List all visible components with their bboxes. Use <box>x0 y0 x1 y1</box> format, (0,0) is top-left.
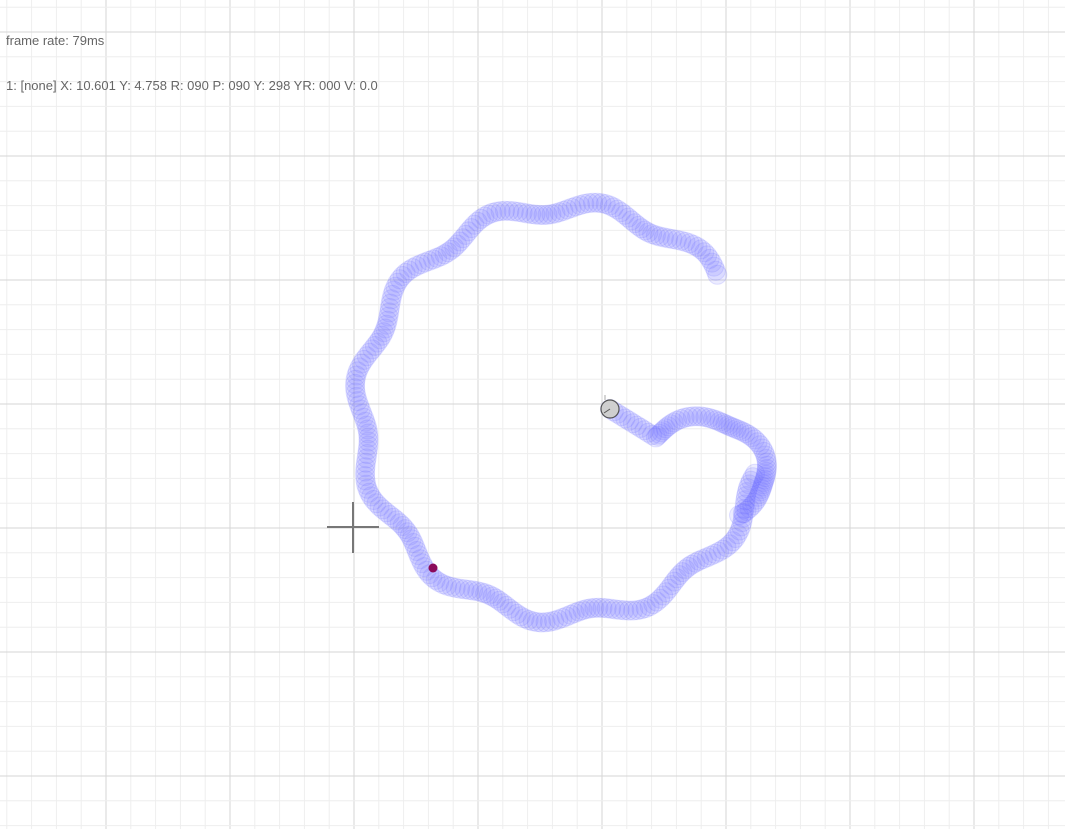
canvas-surface[interactable] <box>0 0 1065 829</box>
grid <box>0 0 1065 829</box>
robot-status-line: 1: [none] X: 10.601 Y: 4.758 R: 090 P: 0… <box>6 78 378 93</box>
frame-rate-value: 79ms <box>72 33 105 48</box>
frame-rate-label: frame rate: <box>6 33 69 48</box>
path-trail <box>345 192 777 633</box>
target-dot-icon <box>428 563 438 573</box>
frame-rate-line: frame rate: 79ms <box>6 33 378 48</box>
debug-hud: frame rate: 79ms 1: [none] X: 10.601 Y: … <box>6 3 378 123</box>
simulation-canvas[interactable]: frame rate: 79ms 1: [none] X: 10.601 Y: … <box>0 0 1065 829</box>
robot-turtle-icon[interactable] <box>600 395 620 419</box>
